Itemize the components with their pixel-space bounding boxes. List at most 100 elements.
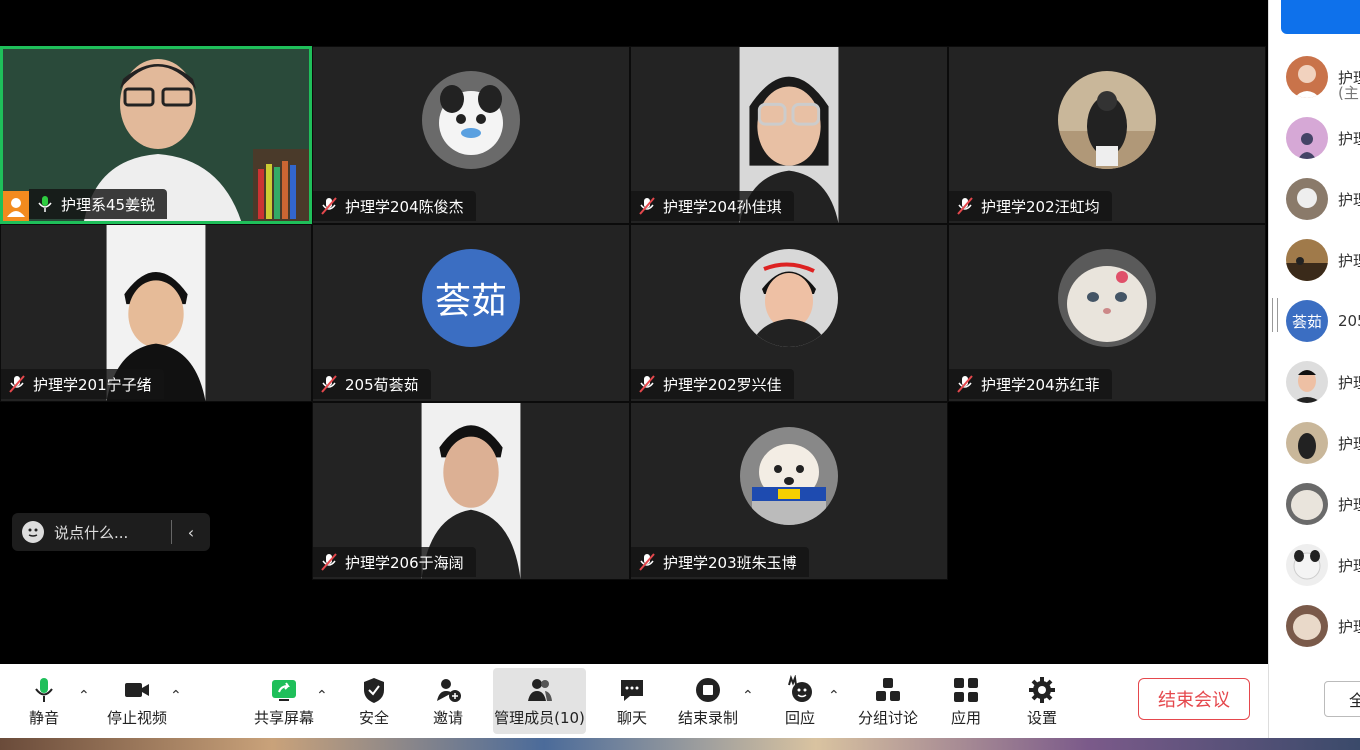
participant-list-item[interactable]: 护理 (1269, 235, 1360, 285)
desktop-wallpaper-strip (0, 738, 1360, 750)
microphone-icon (29, 675, 59, 705)
mute-button[interactable]: 静音 (20, 668, 68, 734)
share-screen-button[interactable]: 共享屏幕 (248, 668, 320, 734)
video-tile[interactable]: 护理学202汪虹均 (948, 46, 1266, 224)
avatar (1286, 605, 1328, 647)
participant-initials-avatar: 荟茹 (422, 249, 520, 347)
panel-top-button[interactable] (1281, 0, 1360, 34)
participant-name-tag: 护理学206于海阔 (313, 547, 476, 577)
participant-avatar (422, 71, 520, 169)
participant-name-tag: 护理学201宁子绪 (1, 369, 164, 399)
reactions-options-caret[interactable]: ⌃ (828, 688, 840, 704)
invite-button[interactable]: 邀请 (426, 668, 470, 734)
participant-avatar (1058, 71, 1156, 169)
avatar (1286, 117, 1328, 159)
microphone-muted-icon (955, 196, 975, 216)
participant-name-tag: 护理学204孙佳琪 (631, 191, 794, 221)
microphone-muted-icon (955, 374, 975, 394)
apps-grid-icon (951, 675, 981, 705)
chat-button[interactable]: 聊天 (610, 668, 654, 734)
video-tile-host[interactable]: 护理系45姜锐 (0, 46, 312, 224)
microphone-muted-icon (637, 196, 657, 216)
participant-name-tag: 护理学202汪虹均 (949, 191, 1112, 221)
share-options-caret[interactable]: ⌃ (316, 688, 328, 704)
participant-name: 护理学204陈俊杰 (345, 197, 464, 216)
participant-name: 护理学204孙佳琪 (663, 197, 782, 216)
video-tile[interactable]: 护理学203班朱玉博 (630, 402, 948, 580)
reactions-button[interactable]: 回应 (778, 668, 822, 734)
apps-button[interactable]: 应用 (944, 668, 988, 734)
participant-name: 护理学202汪虹均 (981, 197, 1100, 216)
avatar (1286, 544, 1328, 586)
avatar (1286, 422, 1328, 464)
settings-button[interactable]: 设置 (1020, 668, 1064, 734)
participants-panel: 护理 (主 护理 护理 护理 荟茹 205 护理 护理 护理 护理 护理 全 (1268, 0, 1360, 738)
participant-list-item[interactable]: 荟茹 205 (1269, 296, 1360, 346)
participant-name-tag: 护理学204陈俊杰 (313, 191, 476, 221)
participant-list-item[interactable]: 护理 (1269, 540, 1360, 590)
microphone-muted-icon (319, 552, 339, 572)
video-tile[interactable]: 护理学201宁子绪 (0, 224, 312, 402)
microphone-muted-icon (319, 196, 339, 216)
video-tile[interactable]: 荟茹 205荀荟茹 (312, 224, 630, 402)
participant-name: 护理学206于海阔 (345, 553, 464, 572)
meeting-toolbar: 静音 ⌃ 停止视频 ⌃ 共享屏幕 ⌃ 安全 邀请 管理成员(10) 聊天 结束录… (0, 664, 1268, 738)
security-button[interactable]: 安全 (350, 668, 398, 734)
chat-bubble-icon (617, 675, 647, 705)
shield-icon (359, 675, 389, 705)
participant-name-tag: 护理学202罗兴佳 (631, 369, 794, 399)
avatar: 荟茹 (1286, 300, 1328, 342)
participant-name-tag: 护理学204苏红菲 (949, 369, 1112, 399)
video-options-caret[interactable]: ⌃ (170, 688, 182, 704)
avatar (1286, 361, 1328, 403)
host-badge-icon (3, 191, 29, 221)
microphone-on-icon (35, 194, 55, 214)
participant-list-item[interactable]: 护理 (1269, 479, 1360, 529)
emoji-icon[interactable] (22, 521, 44, 543)
microphone-muted-icon (319, 374, 339, 394)
end-meeting-button[interactable]: 结束会议 (1138, 678, 1250, 720)
stop-video-button[interactable]: 停止视频 (100, 668, 174, 734)
microphone-muted-icon (637, 374, 657, 394)
video-camera-icon (122, 675, 152, 705)
chat-placeholder[interactable]: 说点什么... (54, 522, 128, 543)
video-tile[interactable]: 护理学204苏红菲 (948, 224, 1266, 402)
chevron-left-icon[interactable]: ‹ (172, 523, 210, 542)
participant-list-item[interactable]: 护理 (1269, 357, 1360, 407)
participant-list-item[interactable]: 护理 (1269, 418, 1360, 468)
breakout-rooms-button[interactable]: 分组讨论 (856, 668, 920, 734)
record-stop-icon (693, 675, 723, 705)
participant-name: 护理学202罗兴佳 (663, 375, 782, 394)
video-gallery: 护理系45姜锐 护理学204陈俊杰 护理学204孙佳琪 护理学202汪虹均 护理… (0, 0, 1268, 664)
panel-bottom-button[interactable]: 全 (1324, 681, 1360, 717)
recording-options-caret[interactable]: ⌃ (742, 688, 754, 704)
participant-list-item[interactable]: 护理 (1269, 601, 1360, 651)
mute-options-caret[interactable]: ⌃ (78, 688, 90, 704)
share-screen-icon (269, 675, 299, 705)
end-recording-button[interactable]: 结束录制 (676, 668, 740, 734)
avatar (1286, 178, 1328, 220)
avatar (1286, 239, 1328, 281)
participant-name-tag: 护理学203班朱玉博 (631, 547, 809, 577)
video-tile[interactable]: 护理学202罗兴佳 (630, 224, 948, 402)
chat-quick-input[interactable]: 说点什么... ‹ (12, 513, 210, 551)
avatar (1286, 483, 1328, 525)
reaction-emoji-icon (785, 673, 815, 705)
participant-list-item[interactable]: 护理 (1269, 174, 1360, 224)
participant-name-tag: 205荀荟茹 (313, 369, 431, 399)
participant-avatar (740, 249, 838, 347)
participant-list-item[interactable]: 护理 (1269, 113, 1360, 163)
video-tile[interactable]: 护理学204孙佳琪 (630, 46, 948, 224)
video-tile[interactable]: 护理学204陈俊杰 (312, 46, 630, 224)
avatar (1286, 56, 1328, 98)
participant-name: 205荀荟茹 (345, 375, 419, 394)
gear-icon (1027, 675, 1057, 705)
participant-list-item[interactable]: 护理 (主 (1269, 52, 1360, 102)
microphone-muted-icon (637, 552, 657, 572)
manage-participants-button[interactable]: 管理成员(10) (493, 668, 586, 734)
participant-name: 护理系45姜锐 (61, 195, 156, 214)
participant-avatar (1058, 249, 1156, 347)
participant-name: 护理学203班朱玉博 (663, 553, 797, 572)
add-person-icon (433, 675, 463, 705)
video-tile[interactable]: 护理学206于海阔 (312, 402, 630, 580)
